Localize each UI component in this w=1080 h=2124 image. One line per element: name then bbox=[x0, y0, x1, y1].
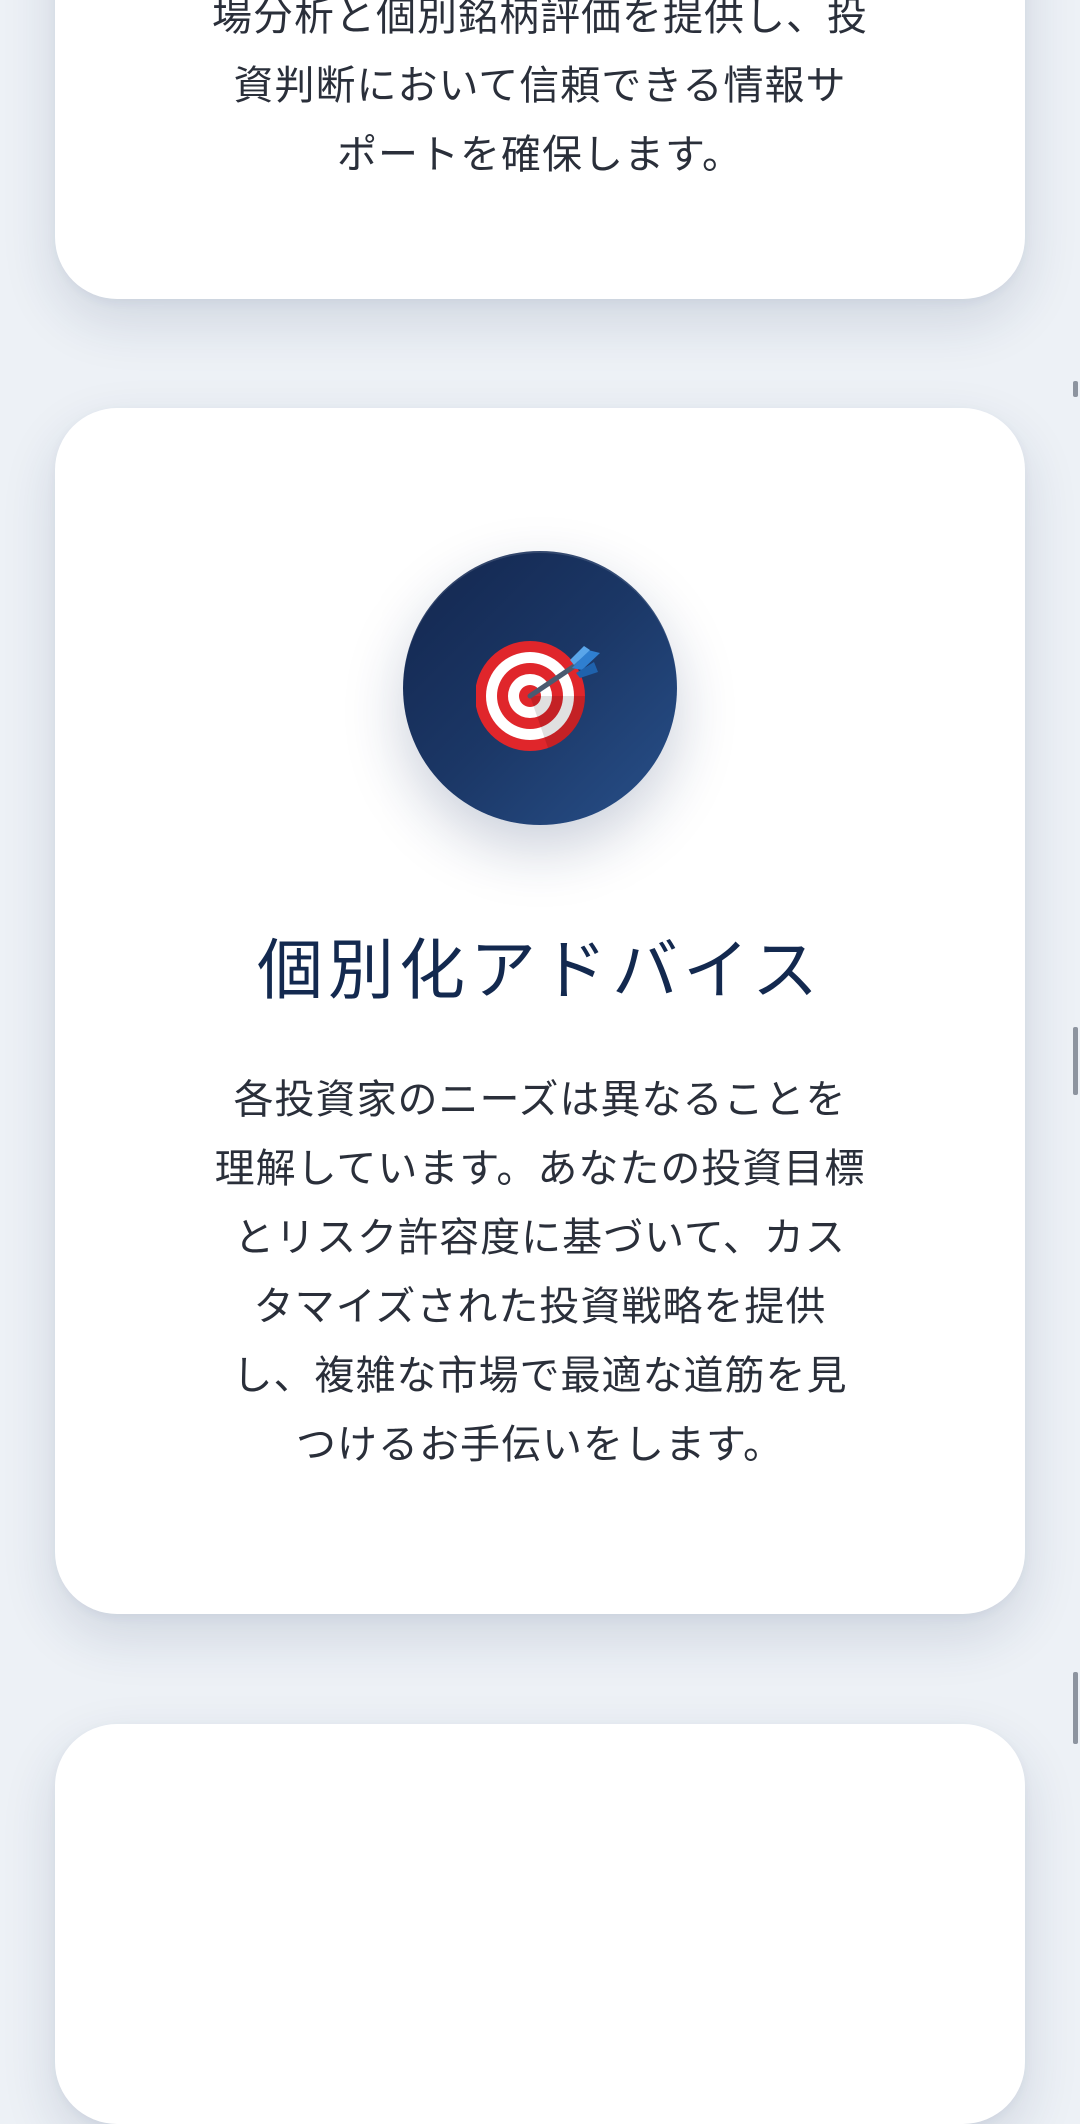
description-line: 資判断において信頼できる情報サ bbox=[233, 63, 847, 109]
feature-card-previous: 場分析と個別銘柄評価を提供し、投 資判断において信頼できる情報サ ポートを確保し… bbox=[55, 0, 1025, 299]
description-line: し、複雑な市場で最適な道筋を見 bbox=[232, 1353, 848, 1399]
description-line: 各投資家のニーズは異なることを bbox=[233, 1077, 847, 1123]
feature-card-title: 個別化アドバイス bbox=[256, 932, 824, 1009]
feature-card-description: 場分析と個別銘柄評価を提供し、投 資判断において信頼できる情報サ ポートを確保し… bbox=[195, 0, 885, 190]
scroll-indicator bbox=[1073, 381, 1078, 397]
scroll-indicator bbox=[1073, 1672, 1078, 1744]
feature-card-next bbox=[55, 1724, 1025, 2124]
description-line: つけるお手伝いをします。 bbox=[296, 1422, 784, 1468]
feature-card-description: 各投資家のニーズは異なることを 理解しています。あなたの投資目標 とリスク許容度… bbox=[195, 1066, 885, 1480]
description-line: タマイズされた投資戦略を提供 bbox=[253, 1284, 827, 1330]
description-line: とリスク許容度に基づいて、カス bbox=[234, 1215, 846, 1261]
feature-icon-badge bbox=[403, 551, 677, 825]
feature-card-personalized-advice: 個別化アドバイス 各投資家のニーズは異なることを 理解しています。あなたの投資目… bbox=[55, 408, 1025, 1614]
description-line: ポートを確保します。 bbox=[337, 132, 743, 178]
description-line: 場分析と個別銘柄評価を提供し、投 bbox=[212, 0, 868, 40]
scroll-indicator bbox=[1073, 1027, 1078, 1095]
description-line: 理解しています。あなたの投資目標 bbox=[214, 1146, 866, 1192]
target-dart-icon bbox=[476, 641, 600, 751]
